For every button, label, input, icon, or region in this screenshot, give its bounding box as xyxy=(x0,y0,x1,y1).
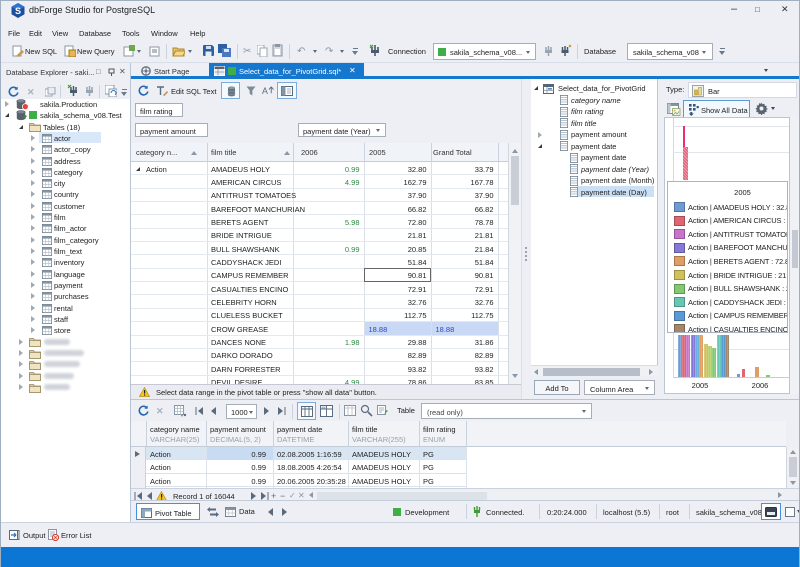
svg-text:A: A xyxy=(262,86,268,96)
svg-text:S: S xyxy=(15,6,21,16)
